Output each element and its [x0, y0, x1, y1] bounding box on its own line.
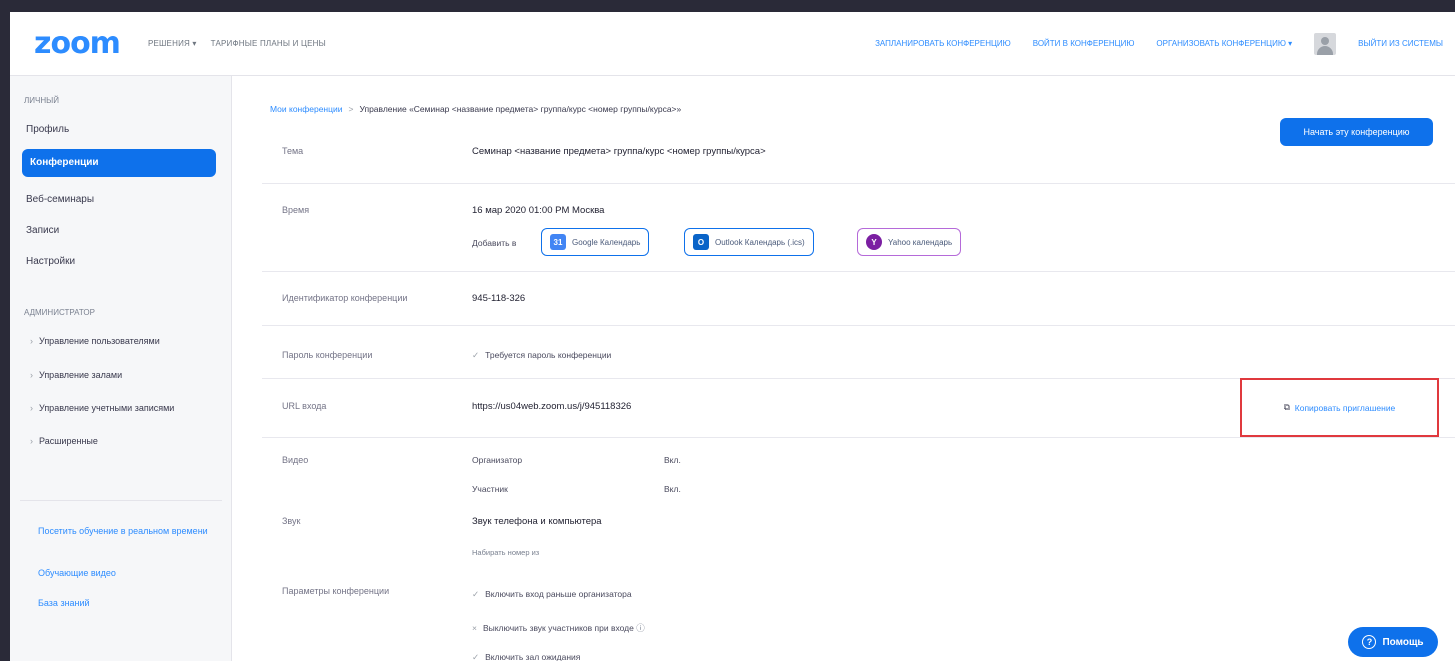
check-icon: ✓ [472, 589, 480, 599]
cross-icon: × [472, 623, 477, 633]
check-icon: ✓ [472, 350, 480, 360]
nav-host-meeting[interactable]: ОРГАНИЗОВАТЬ КОНФЕРЕНЦИЮ ▾ [1156, 39, 1292, 48]
option-label: Выключить звук участников при входе [482, 623, 634, 633]
divider [262, 437, 1455, 438]
sidebar: ЛИЧНЫЙ Профиль Конференции Веб-семинары … [10, 76, 232, 661]
video-participant-label: Участник [472, 484, 508, 494]
help-button[interactable]: ? Помощь [1348, 627, 1438, 657]
question-icon: ? [1362, 635, 1377, 649]
sidebar-item-account-management[interactable]: › Управление учетными записями [30, 403, 174, 413]
nav-plans-pricing[interactable]: ТАРИФНЫЕ ПЛАНЫ И ЦЕНЫ [211, 39, 326, 48]
chevron-right-icon: › [30, 436, 33, 446]
divider [262, 183, 1455, 184]
audio-value: Звук телефона и компьютера [472, 516, 602, 527]
meeting-id-label: Идентификатор конференции [282, 293, 408, 303]
divider [262, 325, 1455, 326]
sidebar-item-label: Управление пользователями [39, 336, 160, 346]
start-meeting-button[interactable]: Начать эту конференцию [1280, 118, 1433, 146]
add-to-label: Добавить в [472, 238, 517, 248]
breadcrumb: Мои конференции > Управление «Семинар <наз… [270, 104, 681, 114]
breadcrumb-current: Управление «Семинар <название предмета> … [359, 104, 682, 114]
sidebar-item-recordings[interactable]: Записи [26, 225, 59, 236]
option-item: × Выключить звук участников при входе ⓘ [472, 622, 645, 634]
sidebar-item-label: Управление учетными записями [39, 403, 175, 413]
audio-label: Звук [282, 516, 301, 526]
nav-sign-out[interactable]: ВЫЙТИ ИЗ СИСТЕМЫ [1358, 39, 1443, 48]
link-live-training[interactable]: Посетить обучение в реальном времени [38, 525, 208, 538]
sidebar-item-user-management[interactable]: › Управление пользователями [30, 336, 160, 346]
copy-invitation-highlight[interactable]: ⧉ Копировать приглашение [1240, 378, 1439, 437]
copy-icon: ⧉ [1283, 402, 1290, 412]
dial-in-label: Набирать номер из [472, 548, 540, 557]
password-value: ✓ Требуется пароль конференции [472, 350, 611, 361]
option-label: Включить вход раньше организатора [485, 589, 632, 599]
video-host-value: Вкл. [664, 455, 681, 465]
sidebar-item-label: Расширенные [39, 436, 98, 446]
window-top-bar [0, 0, 1455, 12]
link-knowledge-base[interactable]: База знаний [38, 597, 208, 610]
zoom-logo[interactable]: zoom [34, 26, 121, 61]
sidebar-item-webinars[interactable]: Веб-семинары [26, 194, 94, 205]
option-item: ✓ Включить вход раньше организатора [472, 589, 632, 600]
sidebar-item-settings[interactable]: Настройки [26, 256, 75, 267]
option-item: ✓ Включить зал ожидания [472, 652, 580, 661]
meeting-options-label: Параметры конференции [282, 586, 390, 596]
google-calendar-label: Google Календарь [572, 237, 641, 247]
sidebar-item-room-management[interactable]: › Управление залами [30, 370, 122, 380]
video-host-label: Организатор [472, 455, 523, 465]
sidebar-section-admin: АДМИНИСТРАТОР [24, 308, 95, 317]
outlook-calendar-button[interactable]: O Outlook Календарь (.ics) [684, 228, 814, 256]
sidebar-resources: Посетить обучение в реальном времени Обу… [20, 500, 222, 661]
sidebar-item-advanced[interactable]: › Расширенные [30, 436, 98, 446]
yahoo-icon: Y [866, 234, 882, 250]
yahoo-calendar-button[interactable]: Y Yahoo календарь [857, 228, 962, 256]
chevron-right-icon: › [30, 336, 33, 346]
sidebar-item-meetings[interactable]: Конференции [22, 149, 216, 177]
video-participant-value: Вкл. [664, 484, 681, 494]
google-calendar-icon: 31 [550, 234, 566, 250]
divider [262, 271, 1455, 272]
password-label: Пароль конференции [282, 350, 373, 360]
top-navigation: zoom РЕШЕНИЯ ▾ ТАРИФНЫЕ ПЛАНЫ И ЦЕНЫ ЗАП… [10, 12, 1455, 76]
sidebar-section-personal: ЛИЧНЫЙ [24, 96, 59, 105]
password-text: Требуется пароль конференции [485, 350, 612, 360]
window-left-edge [0, 12, 10, 661]
join-url-label: URL входа [282, 401, 327, 411]
sidebar-item-label: Управление залами [39, 370, 123, 380]
help-label: Помощь [1382, 636, 1424, 648]
topic-label: Тема [282, 146, 304, 156]
google-calendar-button[interactable]: 31 Google Календарь [541, 228, 650, 256]
time-value: 16 мар 2020 01:00 PM Москва [472, 205, 605, 216]
info-icon[interactable]: ⓘ [636, 623, 645, 633]
time-label: Время [282, 205, 310, 215]
breadcrumb-my-meetings[interactable]: Мои конференции [270, 104, 342, 114]
join-url-value[interactable]: https://us04web.zoom.us/j/945118326 [472, 401, 631, 412]
breadcrumb-separator: > [348, 104, 354, 114]
chevron-right-icon: › [30, 403, 33, 413]
yahoo-calendar-label: Yahoo календарь [888, 237, 953, 247]
sidebar-item-profile[interactable]: Профиль [26, 124, 69, 135]
topic-value: Семинар <название предмета> группа/курс … [472, 146, 766, 157]
outlook-icon: O [693, 234, 709, 250]
nav-solutions[interactable]: РЕШЕНИЯ ▾ [148, 39, 197, 48]
video-label: Видео [282, 455, 309, 465]
copy-invitation-link[interactable]: Копировать приглашение [1295, 403, 1396, 413]
link-video-tutorials[interactable]: Обучающие видео [38, 567, 208, 580]
check-icon: ✓ [472, 652, 480, 661]
nav-schedule-meeting[interactable]: ЗАПЛАНИРОВАТЬ КОНФЕРЕНЦИЮ [875, 39, 1011, 48]
meeting-id-value: 945-118-326 [472, 293, 526, 304]
option-label: Включить зал ожидания [485, 652, 581, 661]
nav-join-meeting[interactable]: ВОЙТИ В КОНФЕРЕНЦИЮ [1033, 39, 1135, 48]
chevron-right-icon: › [30, 370, 33, 380]
outlook-calendar-label: Outlook Календарь (.ics) [715, 237, 805, 247]
avatar[interactable] [1314, 32, 1337, 55]
